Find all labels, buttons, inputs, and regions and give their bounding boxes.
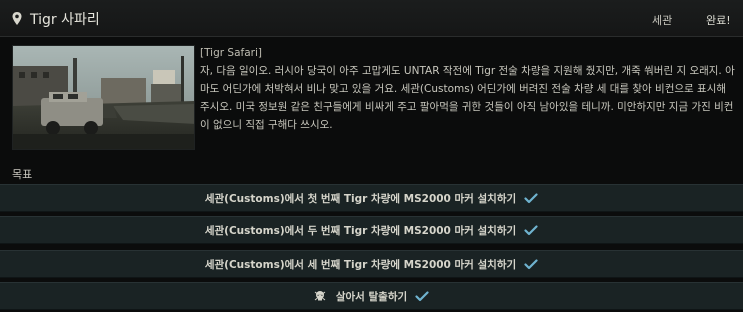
checkmark-icon: [524, 258, 538, 269]
objective-label: 살아서 탈출하기: [335, 290, 408, 303]
quest-image: [12, 45, 195, 150]
location-pin-icon: [12, 12, 22, 25]
quest-description: 자, 다음 일이오. 러시아 당국이 아주 고맙게도 UNTAR 작전에 Tig…: [200, 65, 735, 131]
quest-status: 완료!: [706, 14, 731, 27]
objective-row: 세관(Customs)에서 첫 번째 Tigr 차량에 MS2000 마커 설치…: [0, 184, 743, 212]
objective-label: 세관(Customs)에서 두 번째 Tigr 차량에 MS2000 마커 설치…: [204, 224, 517, 237]
skull-icon: [314, 291, 326, 301]
quest-header: Tigr 사파리 세관 완료!: [0, 0, 743, 37]
quest-codename: [Tigr Safari]: [200, 47, 262, 59]
quest-scene-image: [13, 46, 194, 149]
checkmark-icon: [524, 192, 538, 203]
objective-row: 살아서 탈출하기: [0, 282, 743, 310]
objective-label: 세관(Customs)에서 세 번째 Tigr 차량에 MS2000 마커 설치…: [204, 258, 517, 271]
objective-row: 세관(Customs)에서 세 번째 Tigr 차량에 MS2000 마커 설치…: [0, 250, 743, 278]
quest-title: Tigr 사파리: [30, 12, 100, 28]
checkmark-icon: [415, 290, 429, 301]
objective-label: 세관(Customs)에서 첫 번째 Tigr 차량에 MS2000 마커 설치…: [204, 192, 517, 205]
objective-row: 세관(Customs)에서 두 번째 Tigr 차량에 MS2000 마커 설치…: [0, 216, 743, 244]
quest-description-block: [Tigr Safari] 자, 다음 일이오. 러시아 당국이 아주 고맙게도…: [200, 44, 735, 134]
objectives-heading: 목표: [12, 168, 33, 181]
checkmark-icon: [524, 224, 538, 235]
quest-location: 세관: [652, 14, 673, 27]
